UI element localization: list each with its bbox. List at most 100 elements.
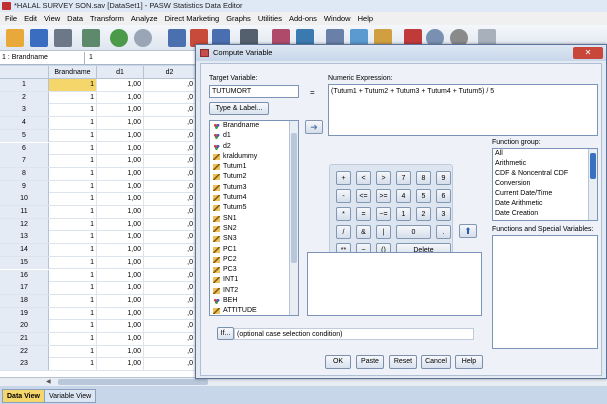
- keypad-key[interactable]: 0: [396, 225, 431, 239]
- keypad-key[interactable]: 8: [416, 171, 431, 185]
- cell-d2[interactable]: ,0: [144, 92, 196, 104]
- row-number[interactable]: 22: [0, 345, 49, 358]
- row-number[interactable]: 5: [0, 129, 49, 142]
- type-and-label-button[interactable]: Type & Label...: [209, 102, 269, 115]
- row-number[interactable]: 19: [0, 307, 49, 320]
- cell-d1[interactable]: 1,00: [97, 193, 144, 206]
- row-number[interactable]: 10: [0, 193, 49, 206]
- list-item[interactable]: SN2: [210, 224, 298, 234]
- keypad-key[interactable]: 4: [396, 189, 411, 203]
- cell-brandname[interactable]: 1: [49, 104, 97, 117]
- cell-d2[interactable]: ,0: [144, 181, 196, 193]
- menu-direct-marketing[interactable]: Direct Marketing: [163, 12, 225, 25]
- redo-icon[interactable]: [134, 29, 152, 47]
- cell-d1[interactable]: 1,00: [97, 256, 144, 269]
- cell-d1[interactable]: 1,00: [97, 129, 144, 142]
- cell-brandname[interactable]: 1: [49, 142, 97, 155]
- cell-d1[interactable]: 1,00: [97, 231, 144, 244]
- column-header-d2[interactable]: d2: [144, 66, 196, 79]
- list-item[interactable]: PC3: [210, 265, 298, 275]
- cell-d2[interactable]: ,0: [144, 117, 196, 129]
- cell-d2[interactable]: ,0: [144, 206, 196, 218]
- list-item[interactable]: SN3: [210, 234, 298, 244]
- if-button[interactable]: If...: [217, 327, 234, 340]
- list-item[interactable]: Tutum3: [210, 183, 298, 193]
- function-group-item[interactable]: Conversion: [493, 179, 597, 189]
- row-number[interactable]: 2: [0, 91, 49, 104]
- column-header-d1[interactable]: d1: [97, 66, 144, 79]
- list-item[interactable]: d1: [210, 131, 298, 141]
- list-item[interactable]: PC1: [210, 245, 298, 255]
- cell-brandname[interactable]: 1: [49, 345, 97, 358]
- menu-data[interactable]: Data: [65, 12, 88, 25]
- row-number[interactable]: 20: [0, 320, 49, 333]
- cell-value-field[interactable]: 1: [84, 52, 194, 64]
- keypad-key[interactable]: >: [376, 171, 391, 185]
- keypad-key[interactable]: 2: [416, 207, 431, 221]
- numeric-expression-input[interactable]: (Tutum1 + Tutum2 + Tutum3 + Tutum4 + Tut…: [328, 84, 598, 136]
- row-number[interactable]: 9: [0, 180, 49, 193]
- function-group-scrollbar[interactable]: [588, 149, 597, 220]
- keypad-key[interactable]: |: [376, 225, 391, 239]
- scroll-left-icon[interactable]: ◀: [46, 379, 54, 385]
- cell-d1[interactable]: 1,00: [97, 142, 144, 155]
- open-folder-icon[interactable]: [6, 29, 24, 47]
- cell-brandname[interactable]: 1: [49, 180, 97, 193]
- reset-button[interactable]: Reset: [389, 355, 417, 369]
- keypad-key[interactable]: ~=: [376, 207, 391, 221]
- menu-graphs[interactable]: Graphs: [224, 12, 256, 25]
- menu-help[interactable]: Help: [356, 12, 378, 25]
- menu-file[interactable]: File: [3, 12, 22, 25]
- cell-d1[interactable]: 1,00: [97, 155, 144, 168]
- menu-utilities[interactable]: Utilities: [256, 12, 287, 25]
- cell-d2[interactable]: ,0: [144, 358, 196, 370]
- keypad-key[interactable]: /: [336, 225, 351, 239]
- cell-d2[interactable]: ,0: [144, 168, 196, 180]
- cell-d2[interactable]: ,0: [144, 155, 196, 167]
- menu-view[interactable]: View: [42, 12, 65, 25]
- cell-d1[interactable]: 1,00: [97, 307, 144, 320]
- list-item[interactable]: PC2: [210, 255, 298, 265]
- keypad-key[interactable]: >=: [376, 189, 391, 203]
- cell-brandname[interactable]: 1: [49, 269, 97, 282]
- function-group-item[interactable]: Arithmetic: [493, 159, 597, 169]
- cell-d1[interactable]: 1,00: [97, 282, 144, 295]
- variable-list-scroll-thumb[interactable]: [291, 133, 297, 263]
- column-header-brandname[interactable]: Brandname: [49, 66, 97, 79]
- keypad-key[interactable]: 3: [436, 207, 451, 221]
- menu-edit[interactable]: Edit: [22, 12, 42, 25]
- list-item[interactable]: ATTITUDE: [210, 306, 298, 315]
- cell-brandname[interactable]: 1: [49, 333, 97, 345]
- variable-list-scrollbar[interactable]: [289, 121, 298, 315]
- cell-d2[interactable]: ,0: [144, 257, 196, 269]
- cell-brandname[interactable]: 1: [49, 129, 97, 142]
- cell-brandname[interactable]: 1: [49, 218, 97, 231]
- cell-brandname[interactable]: 1: [49, 320, 97, 333]
- row-number[interactable]: 18: [0, 294, 49, 307]
- cell-d2[interactable]: ,0: [144, 295, 196, 307]
- menu-window[interactable]: Window: [322, 12, 356, 25]
- cell-brandname[interactable]: 1: [49, 91, 97, 104]
- row-number[interactable]: 8: [0, 167, 49, 180]
- list-item[interactable]: INT1: [210, 275, 298, 285]
- keypad-key[interactable]: <=: [356, 189, 371, 203]
- row-number[interactable]: 7: [0, 155, 49, 168]
- row-number[interactable]: 17: [0, 282, 49, 295]
- ok-button[interactable]: OK: [325, 355, 351, 369]
- move-variable-arrow-icon[interactable]: ➜: [305, 120, 323, 134]
- insert-function-arrow-icon[interactable]: ⬆: [459, 224, 477, 238]
- row-number[interactable]: 11: [0, 206, 49, 218]
- cell-d2[interactable]: ,0: [144, 104, 196, 116]
- list-item[interactable]: INT2: [210, 286, 298, 296]
- row-number[interactable]: 13: [0, 231, 49, 244]
- cell-d1[interactable]: 1,00: [97, 167, 144, 180]
- keypad-key[interactable]: +: [336, 171, 351, 185]
- cell-d2[interactable]: ,0: [144, 231, 196, 243]
- cell-brandname[interactable]: 1: [49, 167, 97, 180]
- tab-data-view[interactable]: Data View: [2, 389, 45, 403]
- keypad-key[interactable]: 7: [396, 171, 411, 185]
- cell-d1[interactable]: 1,00: [97, 117, 144, 130]
- row-number[interactable]: 23: [0, 358, 49, 371]
- cell-d1[interactable]: 1,00: [97, 244, 144, 257]
- keypad-key[interactable]: <: [356, 171, 371, 185]
